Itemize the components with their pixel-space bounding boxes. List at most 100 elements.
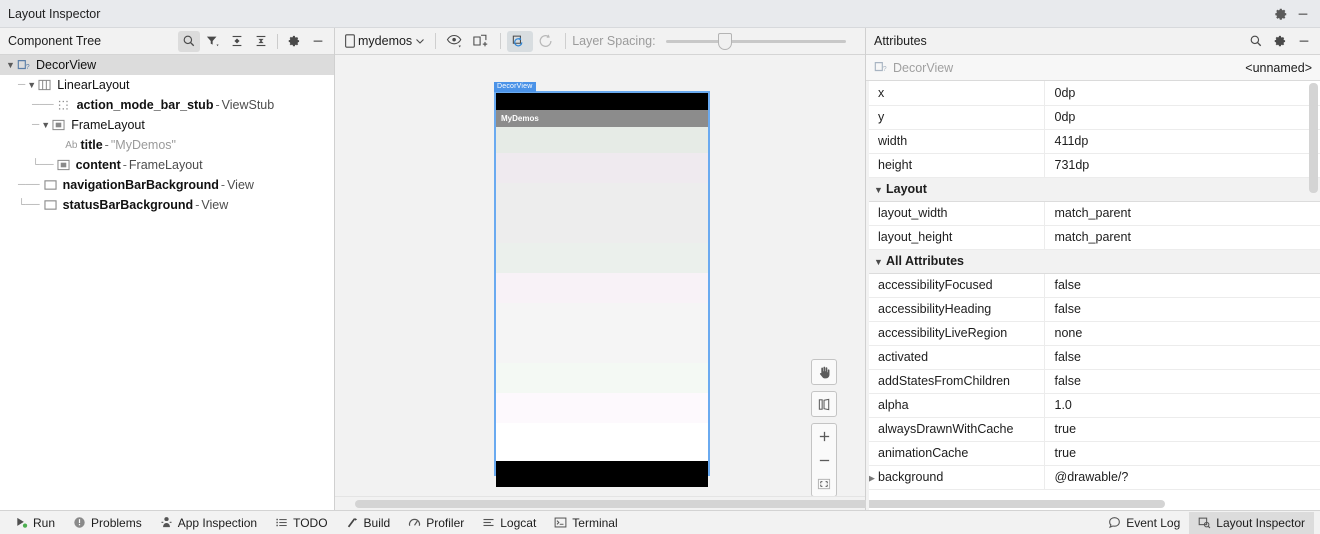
component-tree[interactable]: ▼ ? DecorView ─ ▼ LinearLayout ─── actio…	[0, 55, 334, 510]
tree-node-title[interactable]: Ab title - "MyDemos"	[0, 135, 334, 155]
attribute-value[interactable]: 0dp	[1044, 81, 1320, 106]
attribute-value[interactable]: match_parent	[1044, 225, 1320, 250]
terminal-tool[interactable]: Terminal	[545, 512, 626, 534]
attribute-value[interactable]: false	[1044, 345, 1320, 370]
pan-tool-icon[interactable]	[811, 359, 837, 385]
chevron-down-icon[interactable]: ▼	[25, 75, 38, 95]
gear-icon[interactable]	[1269, 31, 1291, 52]
zoom-out-button[interactable]	[812, 448, 836, 472]
framelayout-icon	[57, 159, 72, 172]
run-tool[interactable]: Run	[6, 512, 64, 534]
view-options-icon[interactable]	[442, 31, 468, 52]
attributes-scrollbar-thumb[interactable]	[1309, 83, 1318, 193]
zoom-in-button[interactable]	[812, 424, 836, 448]
attributes-left-gutter	[866, 81, 869, 510]
attribute-group-header-layout[interactable]: ▼ Layout	[866, 177, 1320, 202]
layer-band	[496, 423, 708, 461]
layout-inspector-tool-label: Layout Inspector	[1216, 515, 1305, 530]
gear-icon[interactable]	[1270, 3, 1292, 25]
tree-node-navigationbarbackground[interactable]: ─── navigationBarBackground - View	[0, 175, 334, 195]
refresh-icon[interactable]	[533, 31, 559, 52]
attribute-value[interactable]: match_parent	[1044, 201, 1320, 226]
attribute-value[interactable]: 411dp	[1044, 129, 1320, 154]
component-tree-panel: Component Tree ▼ ? DecorView ─ ▼ LinearL…	[0, 28, 335, 510]
minimize-icon[interactable]	[307, 31, 329, 52]
attribute-group-label: Layout	[886, 182, 927, 196]
tree-node-action-mode-bar-stub[interactable]: ─── action_mode_bar_stub - ViewStub	[0, 95, 334, 115]
profiler-tool[interactable]: Profiler	[399, 512, 473, 534]
attribute-value[interactable]: true	[1044, 417, 1320, 442]
chevron-down-icon[interactable]: ▼	[874, 185, 886, 195]
search-icon[interactable]	[178, 30, 200, 52]
attribute-value[interactable]: false	[1044, 273, 1320, 298]
minimize-icon[interactable]	[1293, 31, 1315, 52]
table-row[interactable]: layout_width match_parent	[866, 201, 1320, 226]
collapse-all-icon[interactable]	[250, 31, 272, 52]
chevron-down-icon[interactable]	[415, 36, 425, 46]
table-row[interactable]: ▶ background @drawable/?	[866, 465, 1320, 490]
tree-node-linearlayout[interactable]: ─ ▼ LinearLayout	[0, 75, 334, 95]
chevron-down-icon[interactable]: ▼	[39, 115, 52, 135]
app-inspection-tool[interactable]: App Inspection	[151, 512, 266, 534]
tree-node-type: View	[201, 198, 229, 212]
tree-node-statusbarbackground[interactable]: └── statusBarBackground - View	[0, 195, 334, 215]
attribute-value[interactable]: false	[1044, 297, 1320, 322]
problems-tool[interactable]: Problems	[64, 512, 151, 534]
table-row[interactable]: alpha 1.0	[866, 393, 1320, 418]
chevron-down-icon[interactable]: ▼	[874, 257, 886, 267]
attribute-value[interactable]: 0dp	[1044, 105, 1320, 130]
process-selector[interactable]: mydemos	[341, 31, 429, 52]
live-updates-icon[interactable]	[507, 30, 534, 52]
attribute-key: animationCache	[866, 441, 1045, 466]
chevron-down-icon[interactable]: ▼	[4, 55, 17, 75]
attributes-scroll-area[interactable]: x 0dp y 0dp width 411dp height 731dp ▼ L…	[866, 81, 1320, 510]
filter-icon[interactable]	[202, 31, 224, 52]
table-row[interactable]: x 0dp	[866, 81, 1320, 106]
table-row[interactable]: alwaysDrawnWithCache true	[866, 417, 1320, 442]
tree-node-framelayout[interactable]: ─ ▼ FrameLayout	[0, 115, 334, 135]
table-row[interactable]: width 411dp	[866, 129, 1320, 154]
chevron-right-icon[interactable]: ▶	[868, 473, 878, 484]
search-icon[interactable]	[1245, 31, 1267, 52]
table-row[interactable]: addStatesFromChildren false	[866, 369, 1320, 394]
expand-all-icon[interactable]	[226, 31, 248, 52]
tree-node-label: navigationBarBackground	[62, 178, 219, 192]
minimize-icon[interactable]	[1292, 3, 1314, 25]
table-row[interactable]: accessibilityFocused false	[866, 273, 1320, 298]
table-row[interactable]: activated false	[866, 345, 1320, 370]
todo-tool[interactable]: TODO	[266, 512, 336, 534]
attribute-group-header-all-attributes[interactable]: ▼ All Attributes	[866, 249, 1320, 274]
layer-mode-icon[interactable]	[811, 391, 837, 417]
layer-spacing-track[interactable]	[665, 32, 846, 50]
layout-inspector-tool[interactable]: Layout Inspector	[1189, 511, 1314, 534]
attribute-value[interactable]: 731dp	[1044, 153, 1320, 178]
build-tool[interactable]: Build	[337, 512, 400, 534]
attribute-value[interactable]: @drawable/?	[1044, 465, 1320, 490]
logcat-tool[interactable]: Logcat	[473, 512, 545, 534]
table-row[interactable]: accessibilityLiveRegion none	[866, 321, 1320, 346]
gear-icon[interactable]	[283, 31, 305, 52]
layer-spacing-slider[interactable]	[665, 32, 846, 50]
tree-node-decorview[interactable]: ▼ ? DecorView	[0, 55, 334, 75]
table-row[interactable]: accessibilityHeading false	[866, 297, 1320, 322]
event-log-tool[interactable]: Event Log	[1099, 512, 1189, 534]
attributes-node-header: ? DecorView <unnamed>	[866, 55, 1320, 81]
run-icon	[15, 516, 28, 529]
table-row[interactable]: animationCache true	[866, 441, 1320, 466]
table-row[interactable]: height 731dp	[866, 153, 1320, 178]
attribute-value[interactable]: 1.0	[1044, 393, 1320, 418]
table-row[interactable]: layout_height match_parent	[866, 225, 1320, 250]
layer-spacing-thumb[interactable]	[717, 32, 732, 50]
table-row[interactable]: y 0dp	[866, 105, 1320, 130]
attribute-value[interactable]: false	[1044, 369, 1320, 394]
attribute-value[interactable]: true	[1044, 441, 1320, 466]
tree-node-dash: -	[122, 158, 127, 172]
load-overlay-icon[interactable]	[468, 31, 494, 52]
preview-canvas[interactable]: DecorView MyDemos	[335, 55, 865, 496]
zoom-to-fit-button[interactable]	[812, 472, 836, 496]
tree-node-type: ViewStub	[221, 98, 275, 112]
device-preview[interactable]: DecorView MyDemos	[494, 82, 710, 487]
attribute-value[interactable]: none	[1044, 321, 1320, 346]
tree-node-content[interactable]: └── content - FrameLayout	[0, 155, 334, 175]
preview-horizontal-scrollbar[interactable]	[335, 496, 1165, 510]
